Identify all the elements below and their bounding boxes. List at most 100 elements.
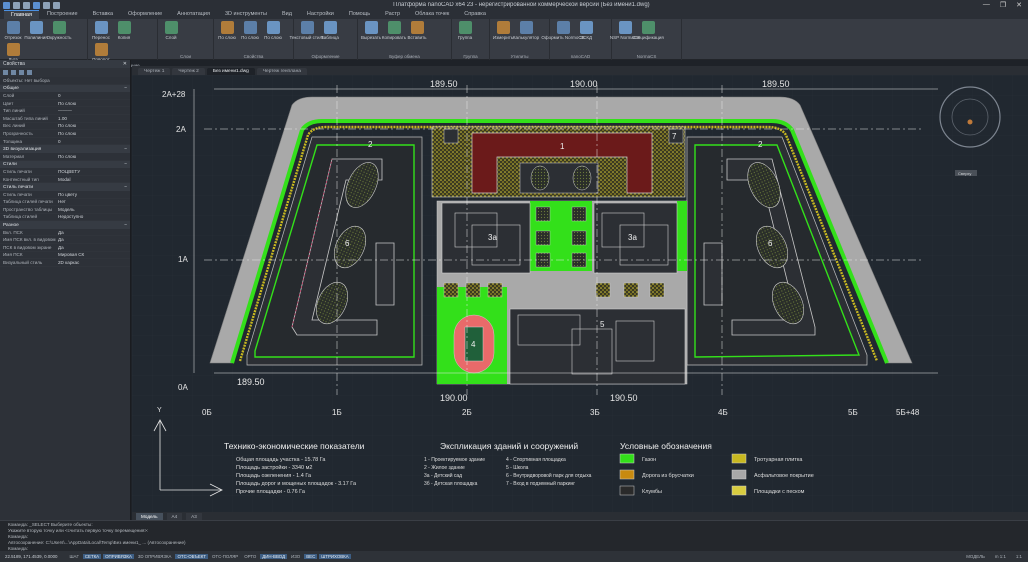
property-row[interactable]: ПСК в видовом экране Да	[0, 244, 130, 252]
close-button[interactable]: ✕	[1016, 1, 1022, 9]
sort-icon[interactable]	[27, 70, 32, 75]
property-value[interactable]: Мировая СК	[58, 252, 130, 257]
ribbon-tool-button[interactable]: По слою	[240, 21, 260, 40]
property-row[interactable]: Толщина 0	[0, 138, 130, 146]
ribbon-tool-button[interactable]: Слой	[161, 21, 181, 40]
property-value[interactable]: Да	[58, 230, 130, 235]
object-selector[interactable]: Объекты: Нет выбора	[0, 78, 58, 83]
property-row[interactable]: Материал По слою	[0, 153, 130, 161]
ribbon-tool-button[interactable]: Вставить	[407, 21, 427, 40]
ribbon-tab[interactable]: Облака точек	[408, 10, 456, 19]
property-value[interactable]: Модель	[58, 207, 130, 212]
ribbon-tool-button[interactable]: ЭСКД	[576, 21, 596, 40]
property-value[interactable]: По цвету	[58, 192, 130, 197]
new-file-icon[interactable]	[13, 1, 20, 9]
property-row[interactable]: Таблица стилей Недоступно	[0, 214, 130, 222]
layout-tab[interactable]: Модель	[136, 512, 163, 520]
property-row[interactable]: Стиль печати ПОЦВЕТУ	[0, 168, 130, 176]
site-plan-drawing[interactable]: 189.50 190.00 189.50 189.50 190.00 190.5…	[132, 75, 1028, 512]
minimize-button[interactable]: —	[983, 1, 990, 9]
redo-icon[interactable]	[53, 1, 60, 9]
status-toggle[interactable]: ОРТО	[242, 554, 258, 559]
ribbon-tab[interactable]: Вид	[275, 10, 299, 19]
status-right-item[interactable]: m 1:1	[993, 554, 1008, 559]
document-tab[interactable]: Чертеж 1	[138, 68, 171, 75]
ribbon-tool-button[interactable]: Спецификация	[632, 21, 664, 40]
property-value[interactable]: По слою	[58, 131, 130, 136]
ribbon-tool-button[interactable]: Группа	[455, 21, 475, 40]
property-value[interactable]: ———	[58, 108, 130, 113]
command-line[interactable]: Команда: _SELECT Выберите объекты: Укажит…	[0, 520, 1028, 551]
ribbon-tool-button[interactable]: Копия	[114, 21, 134, 40]
document-tab[interactable]: Чертеж 2	[172, 68, 205, 75]
ribbon-tab[interactable]: Аннотатация	[170, 10, 217, 19]
ribbon-tool-button[interactable]: Окружность	[47, 21, 71, 40]
property-row[interactable]: Визуальный стиль 2D каркас	[0, 259, 130, 267]
filter-icon[interactable]	[19, 70, 24, 75]
property-value[interactable]: 1.00	[58, 116, 130, 121]
properties-section-header[interactable]: Разное −	[0, 221, 130, 229]
ribbon-tool-button[interactable]: Полилиния	[24, 21, 48, 40]
property-row[interactable]: Имя ПСК вкл. в видовом Да	[0, 236, 130, 245]
properties-section-header[interactable]: 3D визуализация −	[0, 145, 130, 153]
property-value[interactable]: Modal	[58, 177, 130, 182]
property-row[interactable]: Прозрачность По слою	[0, 130, 130, 138]
ribbon-tab[interactable]: Оформление	[121, 10, 169, 19]
property-value[interactable]: По слою	[58, 123, 130, 128]
property-value[interactable]: По слою	[58, 101, 130, 106]
document-tab[interactable]: Без имени1.dwg	[206, 68, 255, 75]
ribbon-tab[interactable]: Растр	[378, 10, 407, 19]
property-value[interactable]: ПОЦВЕТУ	[58, 169, 130, 174]
undo-icon[interactable]	[43, 1, 50, 9]
property-value[interactable]: 0	[58, 139, 130, 144]
collapse-icon[interactable]: −	[124, 185, 127, 190]
property-row[interactable]: Таблица стилей печати Нет	[0, 199, 130, 207]
ribbon-tool-button[interactable]: Отрезок	[3, 21, 23, 40]
status-toggle[interactable]: ОТС-ОБЪЕКТ	[175, 554, 208, 559]
status-toggle[interactable]: ОТС-ПОЛЯР	[210, 554, 240, 559]
ribbon-tool-button[interactable]: Перенос	[91, 21, 111, 40]
property-value[interactable]: 0	[58, 93, 130, 98]
layout-tab[interactable]: A4	[166, 512, 183, 520]
ribbon-tab[interactable]: Построение	[40, 10, 85, 19]
ribbon-tool-button[interactable]: Вырезать	[361, 21, 381, 40]
collapse-icon[interactable]: −	[124, 223, 127, 228]
collapse-icon[interactable]: −	[124, 162, 127, 167]
status-toggle[interactable]: ДИН-ВВОД	[260, 554, 288, 559]
property-value[interactable]: Нет	[58, 199, 130, 204]
ribbon-tool-button[interactable]: Копировать	[382, 21, 406, 40]
property-value[interactable]: Да	[58, 237, 130, 242]
property-row[interactable]: Пространство таблицы Модель	[0, 206, 130, 214]
maximize-button[interactable]: ❐	[1000, 1, 1006, 9]
property-row[interactable]: Имя ПСК Мировая СК	[0, 252, 130, 260]
ribbon-tool-button[interactable]: Текстовый стиль	[290, 21, 324, 40]
select-objects-icon[interactable]	[3, 70, 8, 75]
ribbon-tab[interactable]: Вставка	[86, 10, 120, 19]
property-row[interactable]: Стиль печати По цвету	[0, 191, 130, 199]
properties-section-header[interactable]: Общие −	[0, 84, 130, 93]
property-value[interactable]: 2D каркас	[58, 260, 130, 265]
app-menu-icon[interactable]	[3, 1, 10, 9]
properties-object-row[interactable]: Объекты: Нет выбора	[0, 77, 130, 85]
drawing-canvas[interactable]: 189.50 190.00 189.50 189.50 190.00 190.5…	[132, 75, 1028, 512]
property-row[interactable]: Контекстный тип Modal	[0, 176, 130, 184]
status-toggle[interactable]: ИЗО	[289, 554, 302, 559]
status-toggle[interactable]: ШАГ	[68, 554, 81, 559]
quick-select-icon[interactable]	[11, 70, 16, 75]
ribbon-tab[interactable]: Настройки	[300, 10, 341, 19]
status-toggle[interactable]: ВЕС	[304, 554, 318, 559]
status-toggle[interactable]: ШТРИХОВКА	[319, 554, 351, 559]
status-right-item[interactable]: МОДЕЛЬ	[964, 554, 987, 559]
ribbon-tool-button[interactable]: По слою	[217, 21, 237, 40]
property-row[interactable]: Вкл. ПСК Да	[0, 229, 130, 237]
property-value[interactable]: Недоступно	[58, 214, 130, 219]
ribbon-tool-button[interactable]: Калькулятор	[513, 21, 539, 40]
status-right-item[interactable]: 1:1	[1014, 554, 1024, 559]
collapse-icon[interactable]: −	[124, 86, 127, 91]
ribbon-tab[interactable]: Главная	[4, 10, 39, 19]
close-panel-icon[interactable]: ✕	[123, 60, 127, 68]
property-row[interactable]: Цвет По слою	[0, 100, 130, 108]
ribbon-tool-button[interactable]: Таблица	[320, 21, 340, 40]
layout-tab[interactable]: A3	[186, 512, 202, 520]
properties-section-header[interactable]: Стили −	[0, 160, 130, 169]
